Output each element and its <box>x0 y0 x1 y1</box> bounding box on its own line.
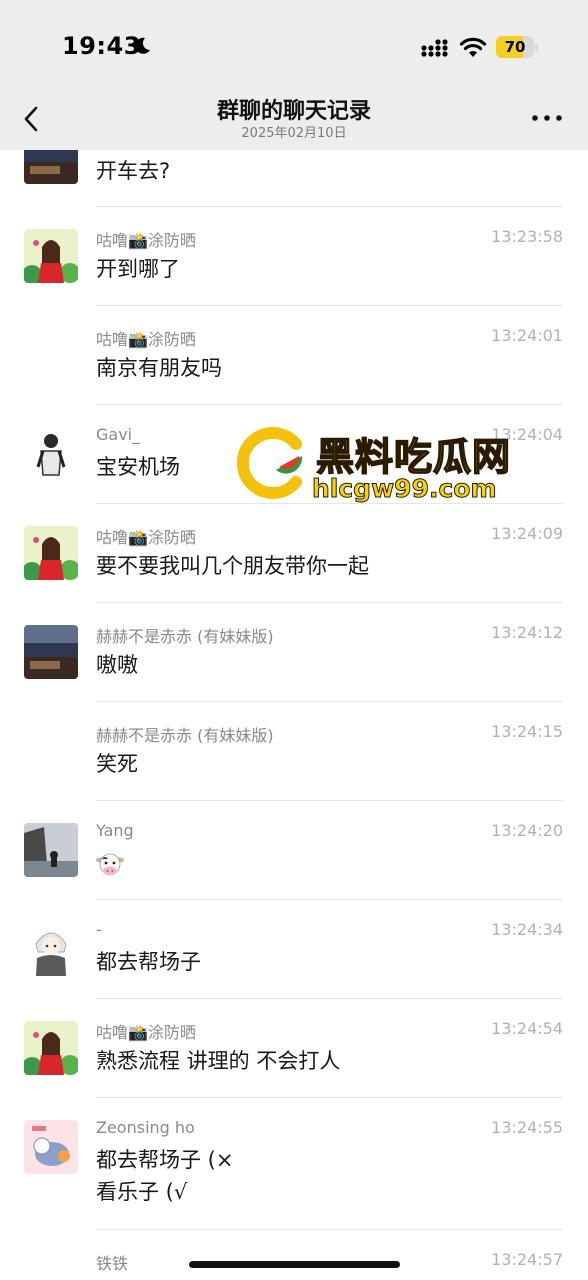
message-time: 13:24:34 <box>491 920 563 939</box>
sender-name: Yang <box>96 821 134 840</box>
list-item[interactable]: 赫赫不是赤赤 (有妹妹版) 13:24:12 嗷嗷 <box>0 603 588 702</box>
sender-name: 咕噜📸涂防晒 <box>96 528 196 547</box>
sender-name: Gavi_ <box>96 425 141 444</box>
list-item[interactable]: 咕噜📸涂防晒 13:23:58 开到哪了 <box>0 207 588 306</box>
message-text: 都去帮场子 <box>96 950 201 974</box>
avatar[interactable] <box>24 1252 78 1280</box>
home-indicator[interactable] <box>189 1261 400 1268</box>
battery-icon: 70 <box>496 36 538 58</box>
message-text: 嗷嗷 <box>96 653 138 677</box>
message-text: 南京有朋友吗 <box>96 356 222 380</box>
message-text: 都去帮场子 (× <box>96 1148 234 1172</box>
page-title: 群聊的聊天记录 <box>216 99 371 124</box>
message-time: 13:24:54 <box>491 1019 563 1038</box>
message-time: 13:24:20 <box>491 821 563 840</box>
message-text: 宝安机场 <box>96 455 180 479</box>
list-item[interactable]: Zeonsing ho 13:24:55 都去帮场子 (× 看乐子 (√ <box>0 1098 588 1230</box>
message-time: 13:24:12 <box>491 623 563 642</box>
status-time: 19:43 <box>62 32 141 60</box>
page-subtitle-date: 2025年02月10日 <box>241 126 347 141</box>
avatar[interactable] <box>24 1120 78 1174</box>
status-bar: 19:43 70 <box>0 0 588 96</box>
list-item[interactable]: 铁铁 13:24:57 <box>0 1230 588 1280</box>
watermark-title: 黑料吃瓜网 <box>315 434 512 480</box>
list-item[interactable]: 咕噜📸涂防晒 13:24:54 熟悉流程 讲理的 不会打人 <box>0 999 588 1098</box>
watermark: 黑料吃瓜网 hlcgw99.com <box>236 426 526 506</box>
message-time: 13:24:57 <box>491 1250 563 1269</box>
watermelon-logo-icon <box>236 427 303 499</box>
message-text: 要不要我叫几个朋友带你一起 <box>96 554 369 578</box>
message-time: 13:24:55 <box>491 1118 563 1137</box>
sender-name: - <box>96 920 102 939</box>
sender-name: 咕噜📸涂防晒 <box>96 231 196 250</box>
message-time: 13:24:09 <box>491 524 563 543</box>
message-time: 13:23:58 <box>491 227 563 246</box>
sender-name: 咕噜📸涂防晒 <box>96 1023 196 1042</box>
avatar[interactable] <box>24 229 78 283</box>
avatar[interactable] <box>24 427 78 481</box>
avatar[interactable] <box>24 1021 78 1075</box>
sender-name: 赫赫不是赤赤 (有妹妹版) <box>96 726 274 745</box>
avatar[interactable] <box>24 150 78 184</box>
signal-icon <box>421 39 448 57</box>
message-text: 熟悉流程 讲理的 不会打人 <box>96 1049 341 1073</box>
list-item[interactable]: - 13:24:34 都去帮场子 <box>0 900 588 999</box>
watermark-url: hlcgw99.com <box>312 474 498 504</box>
wifi-icon <box>459 37 487 57</box>
message-text: 开到哪了 <box>96 257 180 281</box>
message-text-line2: 看乐子 (√ <box>96 1180 188 1204</box>
list-item[interactable]: Yang 13:24:20 <box>0 801 588 900</box>
sender-name: 咕噜📸涂防晒 <box>96 330 196 349</box>
battery-level: 70 <box>504 38 526 56</box>
avatar[interactable] <box>24 922 78 976</box>
list-item[interactable]: 咕噜📸涂防晒 13:24:01 南京有朋友吗 <box>0 306 588 405</box>
more-icon[interactable] <box>530 110 564 126</box>
message-time: 13:24:15 <box>491 722 563 741</box>
nav-bar: 群聊的聊天记录 2025年02月10日 <box>0 96 588 150</box>
message-time: 13:24:01 <box>491 326 563 345</box>
chat-history-list[interactable]: 开车去? 咕噜📸涂防晒 13:23:58 开到哪了 咕噜📸涂防晒 13:24:0… <box>0 150 588 1280</box>
cow-face-icon <box>96 853 124 876</box>
list-item[interactable]: 赫赫不是赤赤 (有妹妹版) 13:24:15 笑死 <box>0 702 588 801</box>
avatar[interactable] <box>24 823 78 877</box>
list-item[interactable]: 开车去? <box>0 150 588 207</box>
sender-name: Zeonsing ho <box>96 1118 195 1137</box>
moon-icon <box>135 37 150 54</box>
sender-name: 铁铁 <box>96 1254 129 1273</box>
message-text: 笑死 <box>96 752 138 776</box>
list-item[interactable]: 咕噜📸涂防晒 13:24:09 要不要我叫几个朋友带你一起 <box>0 504 588 603</box>
sender-name: 赫赫不是赤赤 (有妹妹版) <box>96 627 274 646</box>
message-text: 开车去? <box>96 159 171 183</box>
avatar[interactable] <box>24 625 78 679</box>
avatar[interactable] <box>24 526 78 580</box>
